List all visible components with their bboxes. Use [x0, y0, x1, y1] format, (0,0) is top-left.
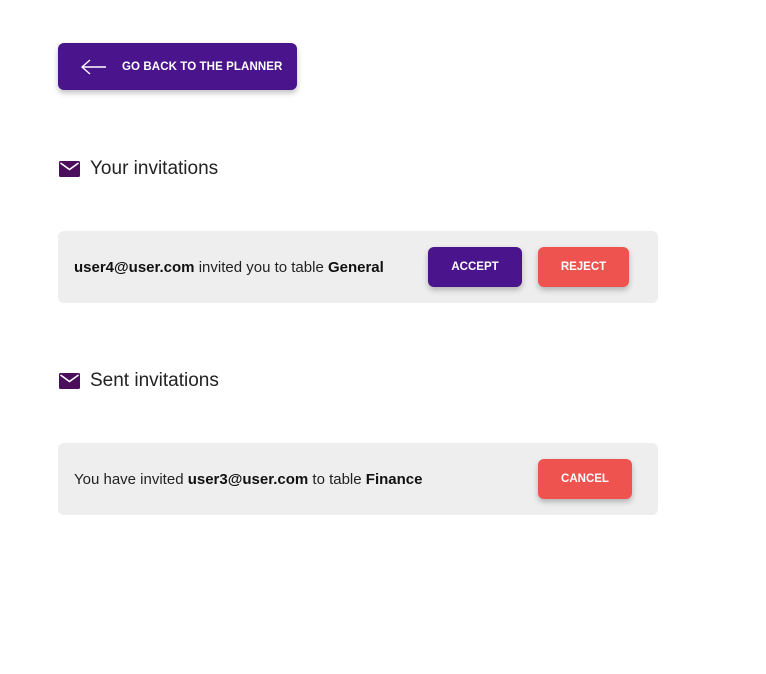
- mail-icon: [59, 161, 80, 177]
- sent-invitations-title: Sent invitations: [90, 370, 219, 391]
- arrow-left-icon: [81, 58, 106, 75]
- sent-invitation-middle-text: to table: [308, 470, 366, 488]
- sent-invitation-table-name: Finance: [365, 470, 423, 488]
- accept-button[interactable]: ACCEPT: [428, 247, 522, 287]
- your-invitations-heading: Your invitations: [59, 158, 218, 180]
- received-invitation-card: user4@user.com invited you to table Gene…: [58, 231, 658, 303]
- sent-invitation-card: You have invited user3@user.com to table…: [58, 443, 658, 515]
- reject-button[interactable]: REJECT: [538, 247, 629, 287]
- mail-icon: [59, 373, 80, 389]
- sent-invitations-heading: Sent invitations: [59, 370, 219, 392]
- invitation-middle-text: invited you to table: [194, 258, 328, 276]
- go-back-to-planner-button[interactable]: GO BACK TO THE PLANNER: [58, 43, 297, 90]
- go-back-label: GO BACK TO THE PLANNER: [122, 60, 283, 73]
- sent-invitation-prefix: You have invited: [74, 470, 188, 488]
- cancel-button[interactable]: CANCEL: [538, 459, 632, 499]
- inviter-email: user4@user.com: [74, 258, 195, 276]
- invitation-table-name: General: [327, 258, 384, 276]
- your-invitations-title: Your invitations: [90, 158, 219, 179]
- invitee-email: user3@user.com: [187, 470, 309, 488]
- sent-invitation-text: You have invited user3@user.com to table…: [74, 443, 422, 515]
- received-invitation-text: user4@user.com invited you to table Gene…: [74, 231, 384, 303]
